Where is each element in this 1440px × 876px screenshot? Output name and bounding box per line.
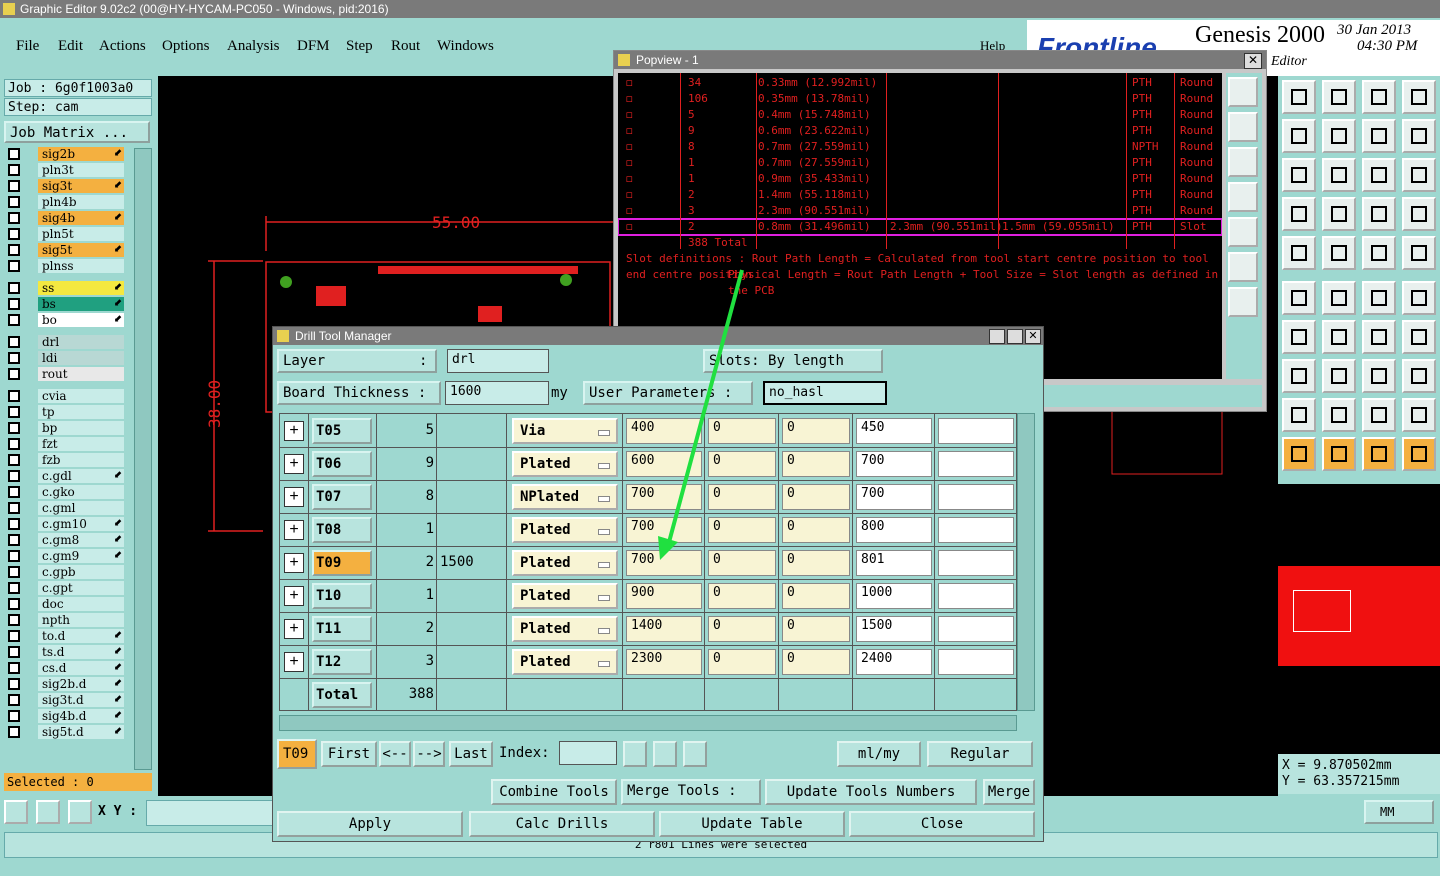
annotation-arrow [658, 269, 744, 560]
